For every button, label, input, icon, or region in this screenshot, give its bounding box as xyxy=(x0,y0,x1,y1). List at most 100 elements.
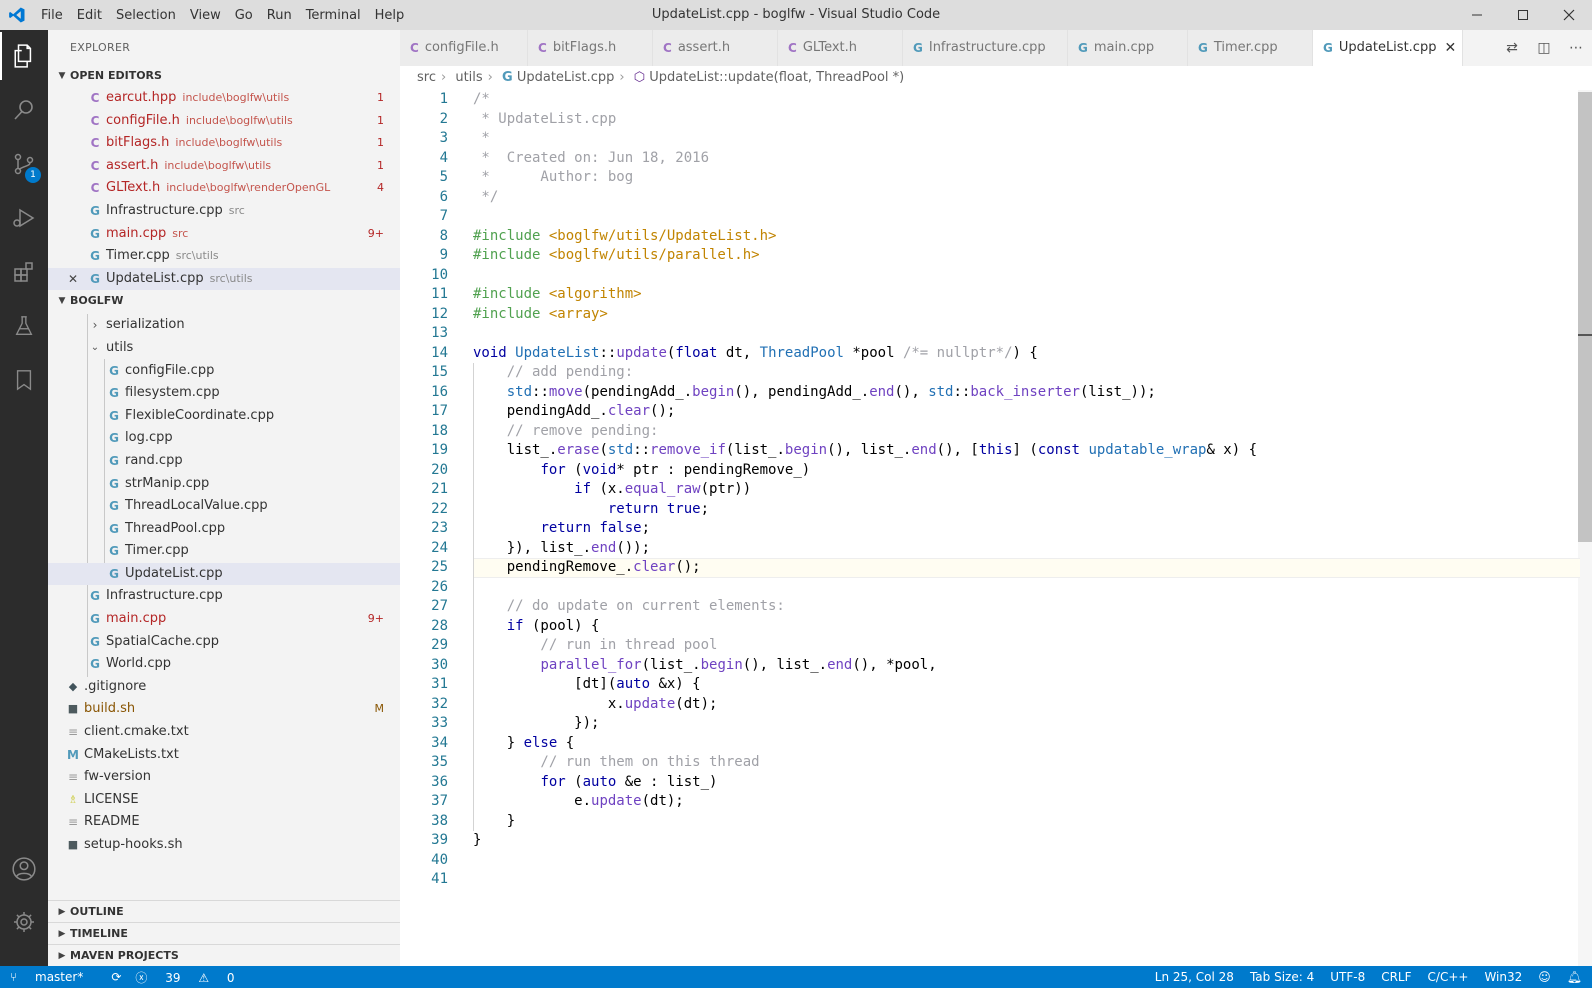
tab-configfile-h[interactable]: CconfigFile.h xyxy=(400,30,528,66)
open-editor-item[interactable]: G Timer.cpp src\utils xyxy=(48,245,400,268)
breadcrumb-item[interactable]: utils xyxy=(455,70,482,85)
encoding[interactable]: UTF-8 xyxy=(1330,970,1365,984)
timeline-header[interactable]: ▶ TIMELINE xyxy=(48,922,400,944)
explorer-icon[interactable] xyxy=(0,32,48,80)
tree-file[interactable]: Gfilesystem.cpp xyxy=(48,382,400,405)
cpp-file-icon: G xyxy=(1323,41,1333,55)
tree-file[interactable]: GstrManip.cpp xyxy=(48,473,400,496)
notifications-bell-icon[interactable]: 🔔︎ xyxy=(1567,970,1582,984)
tree-file[interactable]: ◆ .gitignore xyxy=(48,676,400,699)
tree-file-selected[interactable]: G UpdateList.cpp xyxy=(48,562,400,586)
tree-folder-utils[interactable]: ⌄ utils xyxy=(48,337,400,360)
tree-file[interactable]: Grand.cpp xyxy=(48,450,400,473)
menu-terminal[interactable]: Terminal xyxy=(299,8,368,23)
file-name: log.cpp xyxy=(125,430,173,446)
extensions-icon[interactable] xyxy=(0,248,48,296)
tab-timer-cpp[interactable]: G Timer.cpp xyxy=(1188,30,1313,66)
tree-file[interactable]: ≡ client.cmake.txt xyxy=(48,721,400,744)
maven-projects-header[interactable]: ▶ MAVEN PROJECTS xyxy=(48,944,400,966)
tree-file[interactable]: M CMakeLists.txt xyxy=(48,744,400,767)
close-icon[interactable]: ✕ xyxy=(68,268,78,291)
tab-infrastructure-cpp[interactable]: G Infrastructure.cpp xyxy=(903,30,1068,66)
tree-file[interactable]: ■ build.sh M xyxy=(48,698,400,721)
tree-file[interactable]: GconfigFile.cpp xyxy=(48,360,400,383)
tree-file[interactable]: ♗ LICENSE xyxy=(48,789,400,812)
tab-gltext-h[interactable]: C GLText.h xyxy=(778,30,903,66)
open-editor-item[interactable]: G main.cpp src 9+ xyxy=(48,223,400,246)
language-mode[interactable]: C/C++ xyxy=(1428,970,1469,984)
breadcrumb-item[interactable]: src xyxy=(417,70,436,85)
feedback-icon[interactable]: ☺ xyxy=(1538,970,1551,984)
tab-updatelist-cpp[interactable]: G UpdateList.cpp ✕ xyxy=(1313,30,1463,66)
scrollbar-thumb[interactable] xyxy=(1578,92,1592,542)
tree-file[interactable]: G ThreadLocalValue.cpp xyxy=(48,495,400,518)
menu-view[interactable]: View xyxy=(183,8,228,23)
sync-icon[interactable]: ⟳ xyxy=(111,970,121,984)
accounts-icon[interactable] xyxy=(0,845,48,893)
tab-bitflags-h[interactable]: CbitFlags.h xyxy=(528,30,653,66)
tree-file[interactable]: G SpatialCache.cpp xyxy=(48,631,400,654)
code-line: x.update(dt); xyxy=(473,695,718,712)
tree-file[interactable]: G Infrastructure.cpp xyxy=(48,585,400,608)
breadcrumb-item[interactable]: UpdateList.cpp xyxy=(517,70,615,85)
menu-selection[interactable]: Selection xyxy=(109,8,183,23)
tree-file[interactable]: Glog.cpp xyxy=(48,427,400,450)
run-debug-icon[interactable] xyxy=(0,194,48,242)
open-editor-item[interactable]: C configFile.h include\boglfw\utils 1 xyxy=(48,110,400,133)
menu-run[interactable]: Run xyxy=(260,8,299,23)
git-branch-item[interactable]: ⑂ master* xyxy=(10,970,97,984)
maximize-button[interactable] xyxy=(1500,0,1546,30)
close-window-button[interactable] xyxy=(1546,0,1592,30)
project-header[interactable]: ▼ BOGLFW xyxy=(48,290,400,312)
line-number: 1 xyxy=(439,91,448,107)
outline-header[interactable]: ▶ OUTLINE xyxy=(48,900,400,922)
open-editor-item-active[interactable]: ✕ G UpdateList.cpp src\utils xyxy=(48,267,400,291)
open-editor-item[interactable]: G Infrastructure.cpp src xyxy=(48,200,400,223)
close-tab-icon[interactable]: ✕ xyxy=(1444,30,1456,66)
open-editor-item[interactable]: C bitFlags.h include\boglfw\utils 1 xyxy=(48,132,400,155)
cpp-configuration[interactable]: Win32 xyxy=(1484,970,1522,984)
tab-assert-h[interactable]: Cassert.h xyxy=(653,30,778,66)
tree-file[interactable]: ≡ fw-version xyxy=(48,766,400,789)
tree-file[interactable]: ■ setup-hooks.sh xyxy=(48,834,400,857)
tree-folder-serialization[interactable]: › serialization xyxy=(48,314,400,337)
code-line: /* xyxy=(473,91,490,107)
tree-file[interactable]: ≡ README xyxy=(48,811,400,834)
cpp-file-icon: G xyxy=(109,521,119,536)
testing-flask-icon[interactable] xyxy=(0,302,48,350)
settings-gear-icon[interactable] xyxy=(0,898,48,946)
source-control-icon[interactable]: 1 xyxy=(0,140,48,188)
warning-icon: ⚠ xyxy=(198,970,213,985)
tab-size[interactable]: Tab Size: 4 xyxy=(1250,970,1314,984)
tree-file[interactable]: Gmain.cpp 9+ xyxy=(48,608,400,631)
vertical-scrollbar[interactable] xyxy=(1578,90,1592,966)
more-actions-icon[interactable]: ⋯ xyxy=(1560,40,1592,56)
open-editor-item[interactable]: C GLText.h include\boglfw\renderOpenGL 4 xyxy=(48,177,400,200)
open-editors-header[interactable]: ▼ OPEN EDITORS xyxy=(48,65,400,87)
compare-changes-icon[interactable]: ⇄ xyxy=(1496,40,1528,56)
menu-go[interactable]: Go xyxy=(228,8,260,23)
menu-edit[interactable]: Edit xyxy=(70,8,109,23)
window-controls xyxy=(1454,0,1592,30)
menu-help[interactable]: Help xyxy=(368,8,412,23)
line-ending[interactable]: CRLF xyxy=(1381,970,1411,984)
file-name: rand.cpp xyxy=(125,452,183,468)
search-icon[interactable] xyxy=(0,86,48,134)
open-editor-item[interactable]: C assert.h include\boglfw\utils 1 xyxy=(48,155,400,178)
minimize-button[interactable] xyxy=(1454,0,1500,30)
tab-main-cpp[interactable]: Gmain.cpp xyxy=(1068,30,1188,66)
breadcrumb-item[interactable]: UpdateList::update(float, ThreadPool *) xyxy=(649,70,904,85)
bookmark-icon[interactable] xyxy=(0,356,48,404)
open-editor-item[interactable]: C earcut.hpp include\boglfw\utils 1 xyxy=(48,87,400,110)
cursor-position[interactable]: Ln 25, Col 28 xyxy=(1155,970,1234,984)
tree-file[interactable]: G FlexibleCoordinate.cpp xyxy=(48,405,400,428)
code-editor[interactable]: 1 /* 2 * UpdateList.cpp 3 * 4 * Created on: … xyxy=(400,90,1592,966)
split-editor-icon[interactable]: ◫ xyxy=(1528,40,1560,56)
tree-file[interactable]: G Timer.cpp xyxy=(48,540,400,563)
tree-file[interactable]: G ThreadPool.cpp xyxy=(48,518,400,541)
text-file-icon: ≡ xyxy=(67,725,79,740)
tab-label: assert.h xyxy=(677,40,731,55)
tree-file[interactable]: G World.cpp xyxy=(48,653,400,676)
problems-item[interactable]: ⓧ 39 ⚠ 0 xyxy=(135,969,248,986)
menu-file[interactable]: File xyxy=(34,8,70,23)
